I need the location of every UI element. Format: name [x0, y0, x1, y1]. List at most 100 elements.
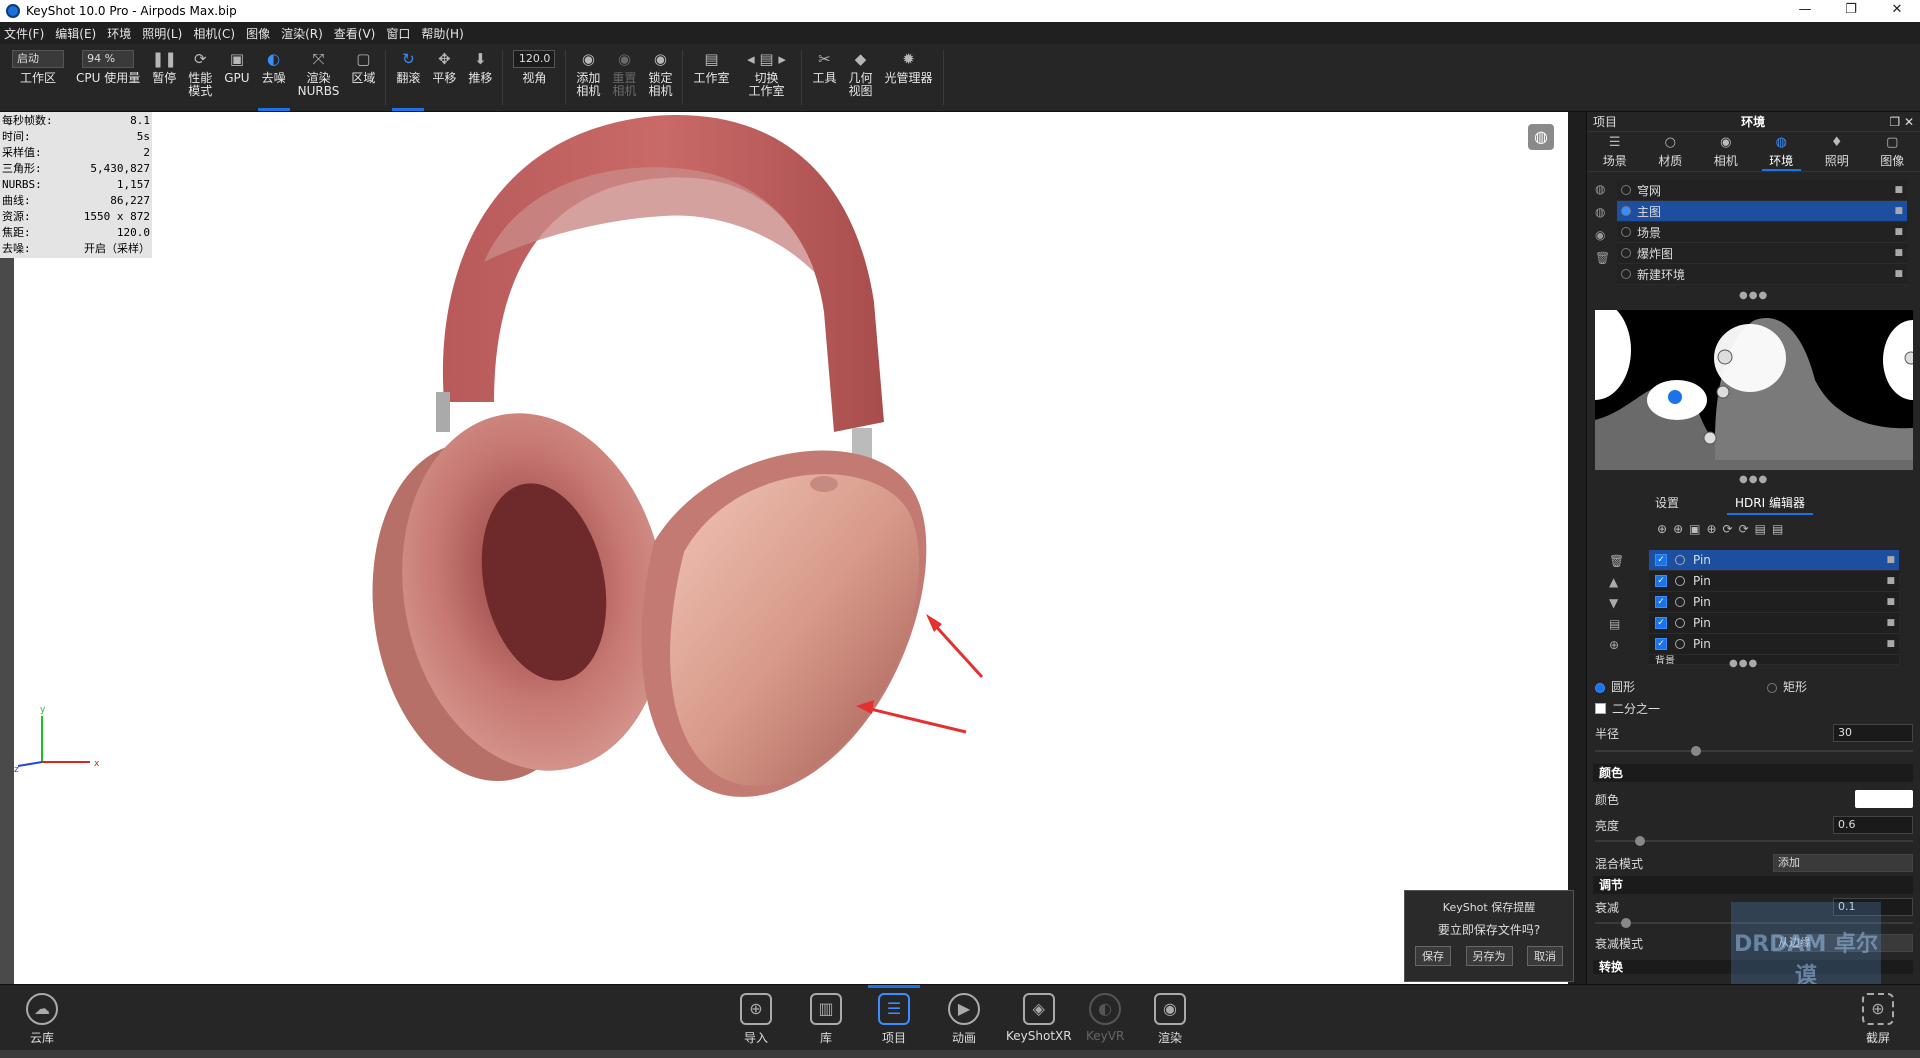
menu-file[interactable]: 文件(F) [4, 25, 44, 42]
delete-pin-icon[interactable]: 🗑 [1609, 554, 1624, 568]
move-down-icon[interactable]: ▼ [1609, 596, 1624, 610]
more-icon[interactable]: ●●● [1739, 290, 1768, 301]
adjust-section-header[interactable]: 调节 [1593, 876, 1913, 894]
more-icon[interactable]: ●●● [1729, 658, 1758, 669]
tab-environment[interactable]: ◍ 环境 [1754, 132, 1810, 171]
reset-camera-button[interactable]: ◉ 重置 相机 [606, 44, 642, 111]
blend-mode-select[interactable]: 添加 [1773, 854, 1913, 872]
list-item[interactable]: ✓ Pin ■ [1649, 550, 1899, 571]
add-camera-button[interactable]: ◉ 添加 相机 [570, 44, 606, 111]
pin-checkbox[interactable]: ✓ [1655, 575, 1667, 587]
menu-environment[interactable]: 环境 [107, 25, 131, 42]
save-button[interactable]: 保存 [1415, 946, 1451, 966]
pin-checkbox[interactable]: ✓ [1655, 596, 1667, 608]
tab-lighting[interactable]: ♦ 照明 [1809, 132, 1865, 171]
shape-circle-radio[interactable]: 圆形 [1595, 678, 1635, 695]
add-pin-icon[interactable]: ⊕ [1657, 522, 1667, 536]
add-image-icon[interactable]: ▣ [1689, 522, 1700, 536]
list-item[interactable]: ✓ Pin ■ [1649, 613, 1899, 634]
menu-lighting[interactable]: 照明(L) [142, 25, 182, 42]
list-item[interactable]: 主图 ■ [1617, 201, 1907, 222]
sync-icon[interactable]: ⟳ [1739, 522, 1749, 536]
region-button[interactable]: ▢ 区域 [345, 44, 381, 111]
pause-button[interactable]: ❚❚ 暂停 [146, 44, 182, 111]
menu-view[interactable]: 查看(V) [334, 25, 376, 42]
list-item[interactable]: 穹网 ■ [1617, 180, 1907, 201]
color-section-header[interactable]: 颜色 [1593, 764, 1913, 782]
keyvr-button[interactable]: ◐ KeyVR [1086, 993, 1124, 1043]
light-manager-button[interactable]: ✹ 光管理器 [879, 44, 939, 111]
folder-icon[interactable]: ▤ [1772, 522, 1783, 536]
tumble-button[interactable]: ↻ 翻滚 [390, 44, 426, 111]
menu-edit[interactable]: 编辑(E) [55, 25, 96, 42]
lock-camera-button[interactable]: ◉ 锁定 相机 [642, 44, 678, 111]
radius-input[interactable]: 30 [1833, 724, 1913, 742]
cancel-button[interactable]: 取消 [1527, 946, 1563, 966]
undock-icon[interactable]: ❐ [1889, 115, 1900, 129]
add-sun-icon[interactable]: ⊕ [1706, 522, 1716, 536]
shape-rect-radio[interactable]: 矩形 [1767, 678, 1807, 695]
project-button[interactable]: ☰ 项目 [868, 985, 920, 1046]
tab-camera[interactable]: ◉ 相机 [1698, 132, 1754, 171]
screenshot-button[interactable]: ⊕ 截屏 [1862, 993, 1894, 1046]
render-viewport[interactable]: y x z ◍ [14, 112, 1568, 984]
tab-hdri-editor[interactable]: HDRI 编辑器 [1727, 492, 1813, 515]
menu-help[interactable]: 帮助(H) [421, 25, 463, 42]
studio-button[interactable]: ▤ 工作室 [687, 44, 735, 111]
slider-handle[interactable] [1621, 918, 1631, 928]
viewport-globe-icon[interactable]: ◍ [1528, 124, 1554, 150]
cloud-library-button[interactable]: ☁ 云库 [26, 993, 58, 1046]
tab-image[interactable]: ▢ 图像 [1865, 132, 1920, 171]
menu-render[interactable]: 渲染(R) [281, 25, 323, 42]
tools-button[interactable]: ✂ 工具 [806, 44, 842, 111]
list-item[interactable]: ✓ Pin ■ [1649, 571, 1899, 592]
keyshotxr-button[interactable]: ◈ KeyShotXR [1006, 993, 1072, 1043]
render-nurbs-button[interactable]: ⤧ 渲染 NURBS [292, 44, 346, 111]
tab-settings[interactable]: 设置 [1647, 492, 1687, 515]
color-swatch[interactable] [1855, 790, 1913, 808]
pin-checkbox[interactable]: ✓ [1655, 638, 1667, 650]
dolly-button[interactable]: ⬇ 推移 [462, 44, 498, 111]
brightness-input[interactable]: 0.6 [1833, 816, 1913, 834]
menu-camera[interactable]: 相机(C) [193, 25, 235, 42]
list-item[interactable]: 场景 ■ [1617, 222, 1907, 243]
denoise-button[interactable]: ◐ 去噪 [256, 44, 292, 111]
pin-checkbox[interactable]: ✓ [1655, 617, 1667, 629]
more-icon[interactable]: ●●● [1739, 474, 1768, 485]
radius-slider[interactable] [1595, 746, 1913, 756]
gpu-button[interactable]: ▣ GPU [218, 44, 255, 111]
tab-material[interactable]: ○ 材质 [1643, 132, 1699, 171]
pan-button[interactable]: ✥ 平移 [426, 44, 462, 111]
half-checkbox-box[interactable] [1595, 703, 1606, 714]
list-item[interactable]: ✓ Pin ■ [1649, 634, 1899, 655]
list-item[interactable]: 新建环境 ■ [1617, 264, 1907, 285]
menu-window[interactable]: 窗口 [386, 25, 410, 42]
add-gradient-icon[interactable]: ⊕ [1673, 522, 1683, 536]
save-hdri-icon[interactable]: ▤ [1755, 522, 1766, 536]
animation-button[interactable]: ▶ 动画 [948, 993, 980, 1046]
switch-studio-button[interactable]: ◂ ▤ ▸ 切换 工作室 [735, 44, 797, 111]
import-button[interactable]: ⊕ 导入 [740, 993, 772, 1046]
workspace-select[interactable]: 启动 [12, 50, 64, 68]
crosshair-icon[interactable]: ⊕ [1609, 638, 1624, 652]
add-environment-icon[interactable]: ◍ [1595, 182, 1610, 196]
duplicate-environment-icon[interactable]: ◍ [1595, 205, 1610, 219]
cpu-usage-button[interactable]: 94 % CPU 使用量 [70, 44, 146, 111]
menu-image[interactable]: 图像 [246, 25, 270, 42]
slider-handle[interactable] [1635, 836, 1645, 846]
close-icon[interactable]: ✕ [1874, 0, 1920, 22]
cpu-usage-select[interactable]: 94 % [82, 50, 135, 68]
tab-scene[interactable]: ☰ 场景 [1587, 132, 1643, 171]
close-panel-icon[interactable]: ✕ [1904, 115, 1914, 129]
half-checkbox[interactable]: 二分之一 [1595, 700, 1913, 717]
slider-handle[interactable] [1691, 746, 1701, 756]
performance-mode-button[interactable]: ⟳ 性能 模式 [182, 44, 218, 111]
minimize-icon[interactable]: — [1782, 0, 1828, 22]
workspace-button[interactable]: 启动 工作区 [6, 44, 70, 111]
brightness-slider[interactable] [1595, 836, 1913, 846]
fov-input[interactable]: 120.0 [513, 50, 556, 68]
field-of-view-button[interactable]: 120.0 视角 [507, 44, 561, 111]
maximize-icon[interactable]: ❐ [1828, 0, 1874, 22]
pin-checkbox[interactable]: ✓ [1655, 554, 1667, 566]
camera-environment-icon[interactable]: ◉ [1595, 228, 1610, 242]
